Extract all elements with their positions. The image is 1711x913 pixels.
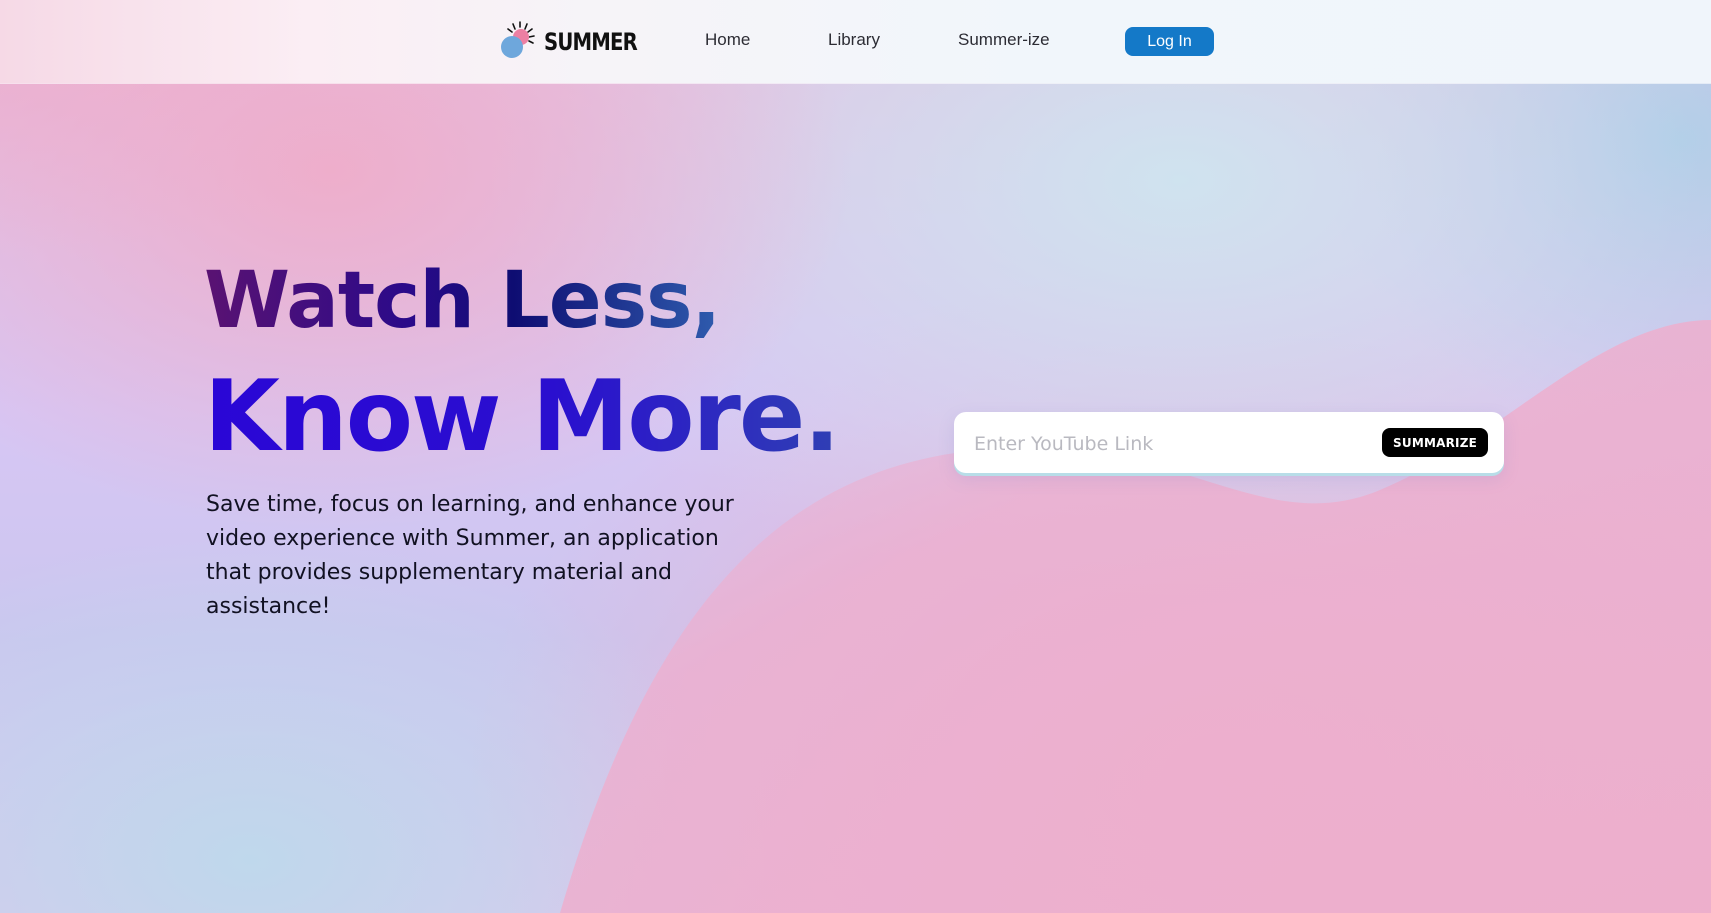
landing-page: SUMMER Home Library Summer-ize Log In Wa…: [0, 0, 1711, 913]
top-navbar: SUMMER Home Library Summer-ize Log In: [0, 0, 1711, 83]
brand-name: SUMMER: [544, 28, 638, 56]
summarize-button[interactable]: SUMMARIZE: [1382, 428, 1488, 457]
nav-link-home[interactable]: Home: [705, 30, 750, 50]
sun-logo-icon: [498, 20, 538, 62]
brand[interactable]: SUMMER: [498, 20, 657, 62]
nav-link-library[interactable]: Library: [828, 30, 880, 50]
login-button[interactable]: Log In: [1125, 27, 1214, 56]
headline-line-2: Know More.: [204, 360, 841, 474]
youtube-link-input[interactable]: [972, 426, 1336, 462]
nav-link-summerize[interactable]: Summer-ize: [958, 30, 1050, 50]
hero-description: Save time, focus on learning, and enhanc…: [206, 492, 734, 619]
youtube-link-search-box: SUMMARIZE: [954, 412, 1504, 473]
headline-line-1: Watch Less,: [204, 256, 721, 346]
